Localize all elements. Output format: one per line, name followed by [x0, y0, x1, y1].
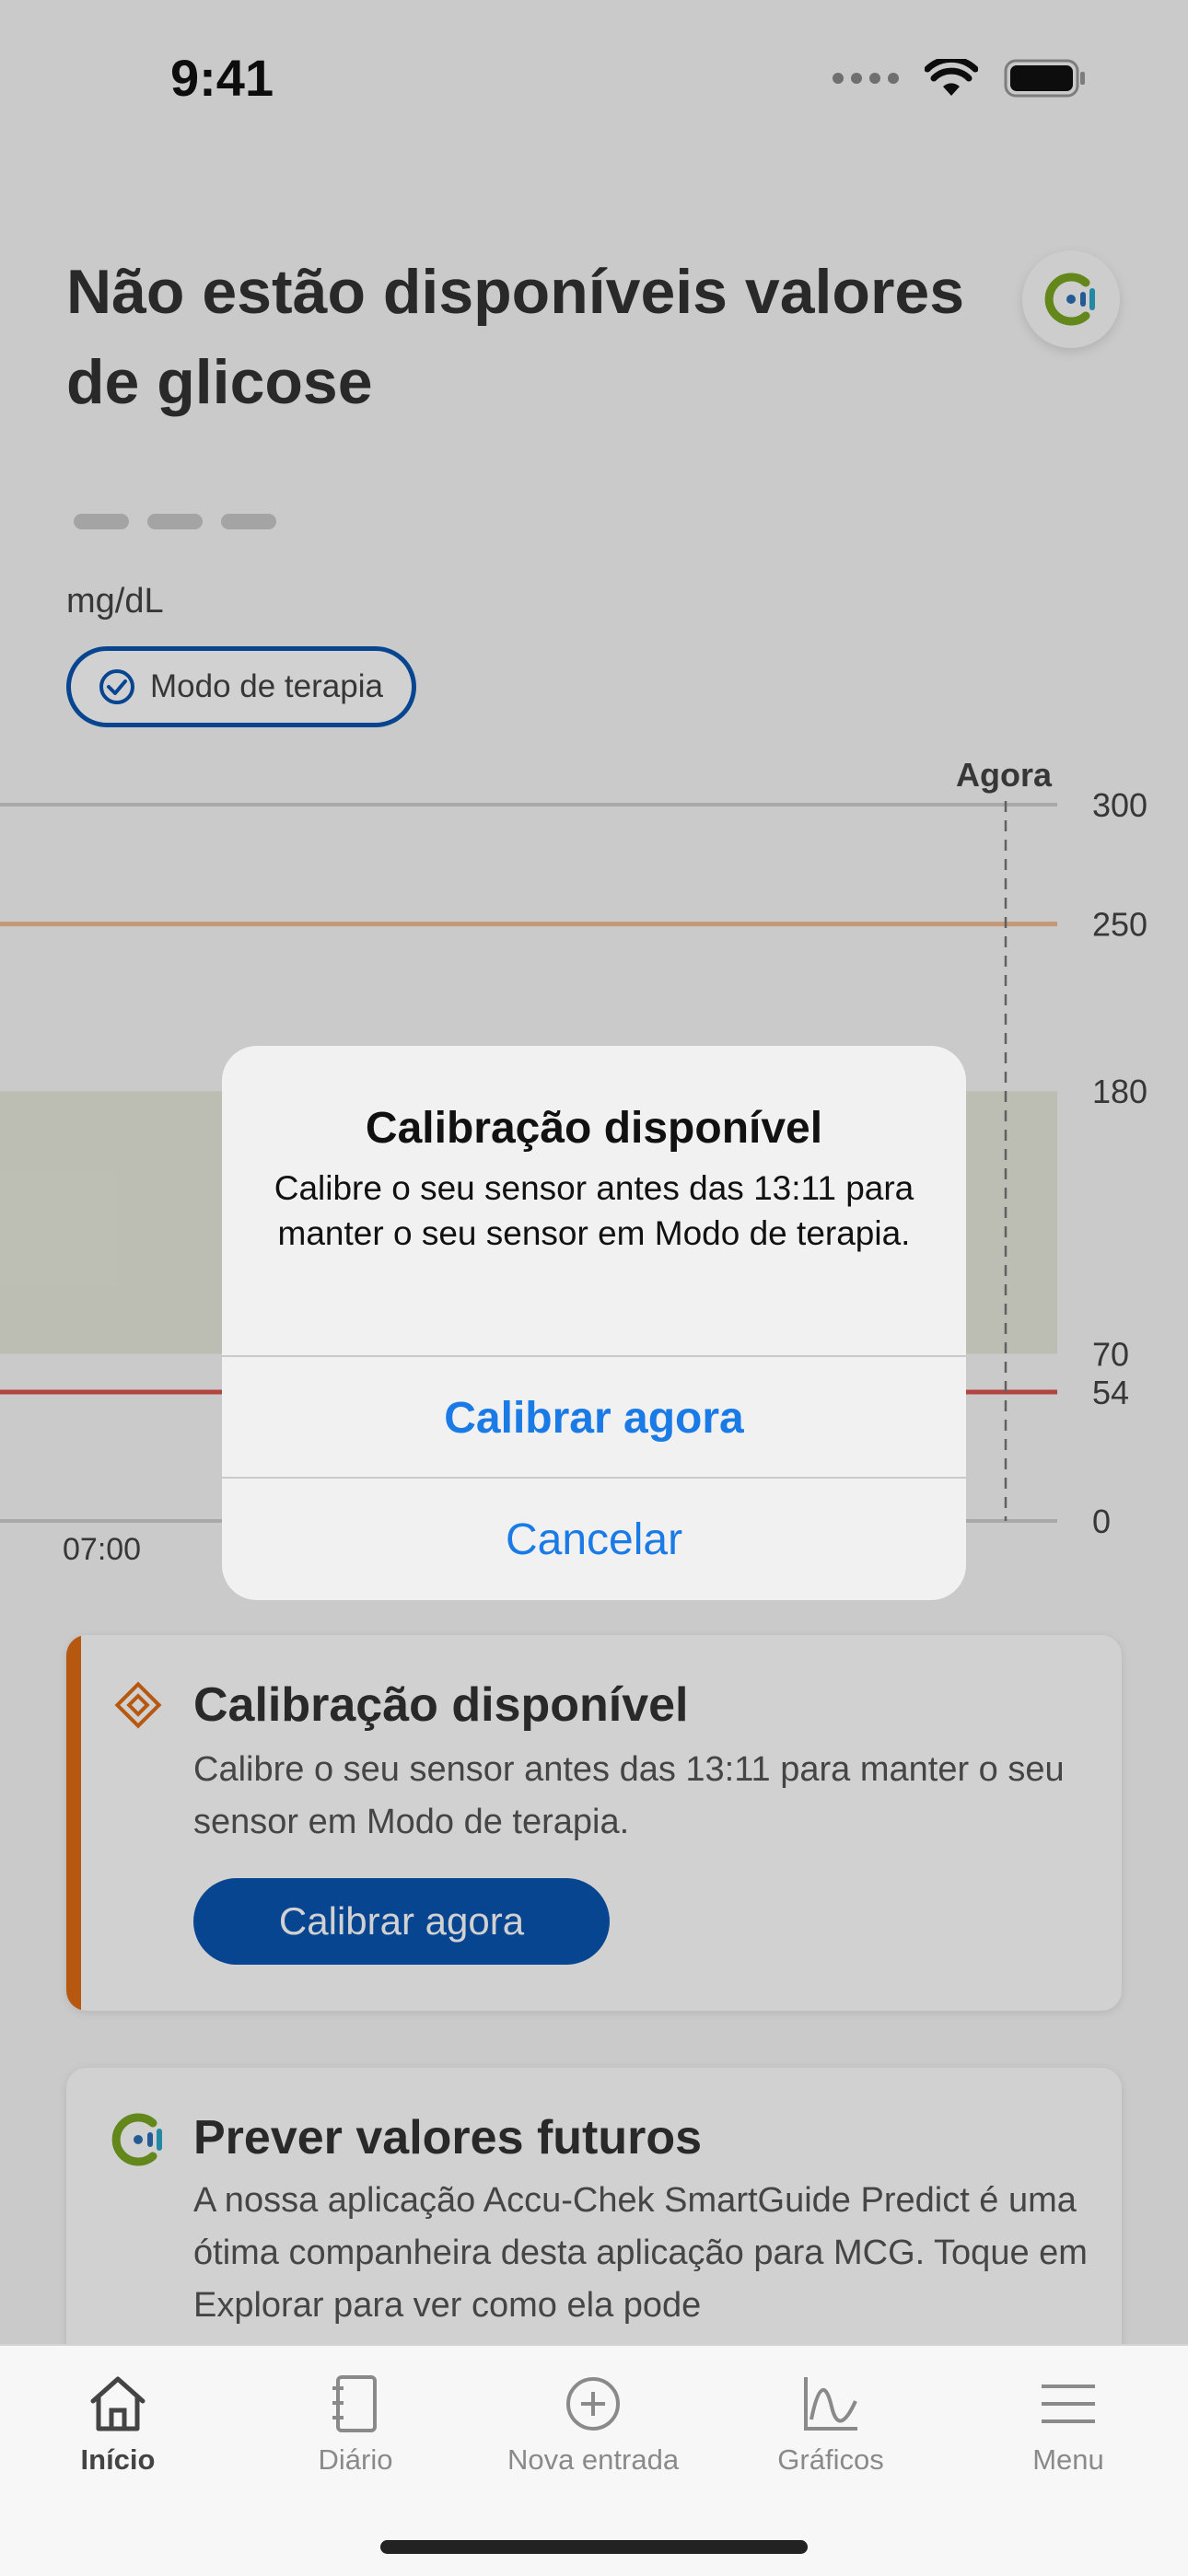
tab-nova-entrada[interactable]: Nova entrada — [492, 2373, 694, 2477]
plus-circle-icon — [566, 2377, 620, 2431]
tab-label: Início — [80, 2443, 156, 2476]
diary-icon — [332, 2375, 377, 2432]
tab-label: Gráficos — [777, 2443, 884, 2476]
home-indicator[interactable] — [380, 2540, 808, 2554]
tab-label: Diário — [318, 2443, 393, 2476]
tab-diario[interactable]: Diário — [254, 2373, 457, 2477]
tab-inicio[interactable]: Início — [17, 2373, 219, 2477]
alert-title: Calibração disponível — [365, 1104, 823, 1153]
calibration-alert: Calibração disponível Calibre o seu sens… — [222, 1046, 966, 1600]
alert-message: Calibre o seu sensor antes das 13:11 par… — [274, 1169, 914, 1252]
alert-cancel-button[interactable]: Cancelar — [222, 1479, 966, 1600]
tab-graficos[interactable]: Gráficos — [729, 2373, 932, 2477]
tab-menu[interactable]: Menu — [967, 2373, 1170, 2477]
tab-label: Menu — [1032, 2443, 1104, 2476]
home-icon — [90, 2376, 146, 2431]
alert-calibrate-now-button[interactable]: Calibrar agora — [222, 1357, 966, 1479]
menu-icon — [1042, 2385, 1095, 2423]
chart-icon — [804, 2377, 857, 2431]
tab-label: Nova entrada — [507, 2443, 680, 2476]
